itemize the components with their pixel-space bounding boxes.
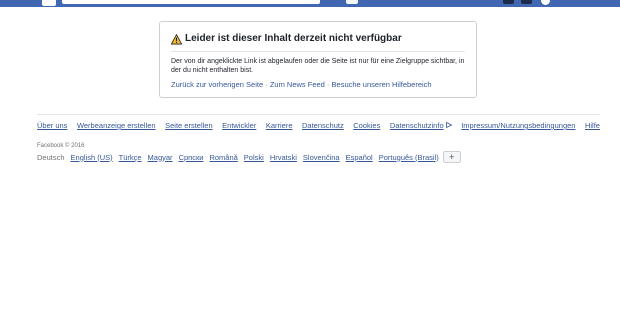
footer-nav: Über uns Werbeanzeige erstellen Seite er… xyxy=(37,121,600,130)
adchoices-icon xyxy=(445,122,452,128)
footer-link-developers[interactable]: Entwickler xyxy=(222,121,256,130)
language-option[interactable]: Español xyxy=(346,153,373,162)
more-languages-button[interactable]: + xyxy=(442,151,461,163)
news-feed-link[interactable]: Zum News Feed xyxy=(270,80,325,89)
language-option[interactable]: Português (Brasil) xyxy=(379,153,439,162)
notifications-icon[interactable] xyxy=(541,0,550,5)
separator: · xyxy=(265,80,268,89)
back-link[interactable]: Zurück zur vorherigen Seite xyxy=(171,80,263,89)
language-option[interactable]: Polski xyxy=(244,153,264,162)
language-option[interactable]: Română xyxy=(209,153,237,162)
footer-link-about[interactable]: Über uns xyxy=(37,121,67,130)
current-language: Deutsch xyxy=(37,152,65,162)
error-card: Leider ist dieser Inhalt derzeit nicht v… xyxy=(159,21,477,98)
error-links: Zurück zur vorherigen Seite · Zum News F… xyxy=(171,80,432,89)
warning-triangle-icon xyxy=(171,34,182,45)
footer-link-cookies[interactable]: Cookies xyxy=(353,121,380,130)
footer-link-privacy-info[interactable]: Datenschutzinfo xyxy=(390,121,444,130)
language-option[interactable]: Magyar xyxy=(148,153,173,162)
top-bar xyxy=(0,0,620,7)
footer-link-help[interactable]: Hilfe xyxy=(585,121,600,130)
friend-requests-icon[interactable] xyxy=(503,0,514,4)
search-input[interactable] xyxy=(62,0,320,4)
messages-icon[interactable] xyxy=(521,0,532,4)
language-option[interactable]: Hrvatski xyxy=(270,153,297,162)
footer-link-create-page[interactable]: Seite erstellen xyxy=(165,121,213,130)
error-message: Der von dir angeklickte Link ist abgelau… xyxy=(171,58,465,74)
footer-link-careers[interactable]: Karriere xyxy=(266,121,293,130)
copyright: Facebook © 2016 xyxy=(37,143,85,149)
language-option[interactable]: Türkçe xyxy=(119,153,142,162)
footer-adchoices[interactable]: Datenschutzinfo xyxy=(390,121,452,130)
footer-divider xyxy=(37,114,600,115)
language-selector: Deutsch English (US) Türkçe Magyar Српск… xyxy=(37,151,461,163)
footer-link-privacy[interactable]: Datenschutz xyxy=(302,121,344,130)
footer-link-terms[interactable]: Impressum/Nutzungsbedingungen xyxy=(461,121,575,130)
language-option[interactable]: Српски xyxy=(179,153,204,162)
footer-link-create-ad[interactable]: Werbeanzeige erstellen xyxy=(77,121,156,130)
separator: · xyxy=(326,80,330,89)
language-option[interactable]: English (US) xyxy=(71,153,113,162)
language-option[interactable]: Slovenčina xyxy=(303,153,340,162)
search-button[interactable] xyxy=(346,0,358,4)
error-title: Leider ist dieser Inhalt derzeit nicht v… xyxy=(185,33,402,44)
error-card-header: Leider ist dieser Inhalt derzeit nicht v… xyxy=(171,33,465,52)
facebook-logo-icon[interactable] xyxy=(42,0,56,6)
help-center-link[interactable]: Besuche unseren Hilfebereich xyxy=(332,80,432,89)
